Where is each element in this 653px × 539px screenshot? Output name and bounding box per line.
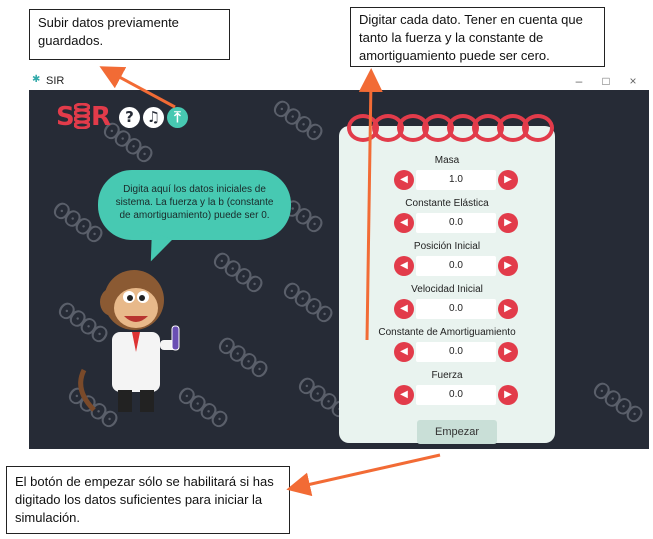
arrow-to-upload-button	[99, 66, 176, 109]
arrow-to-start-button	[286, 453, 441, 497]
annotation-arrows	[99, 66, 441, 497]
arrow-to-notebook	[358, 68, 383, 341]
